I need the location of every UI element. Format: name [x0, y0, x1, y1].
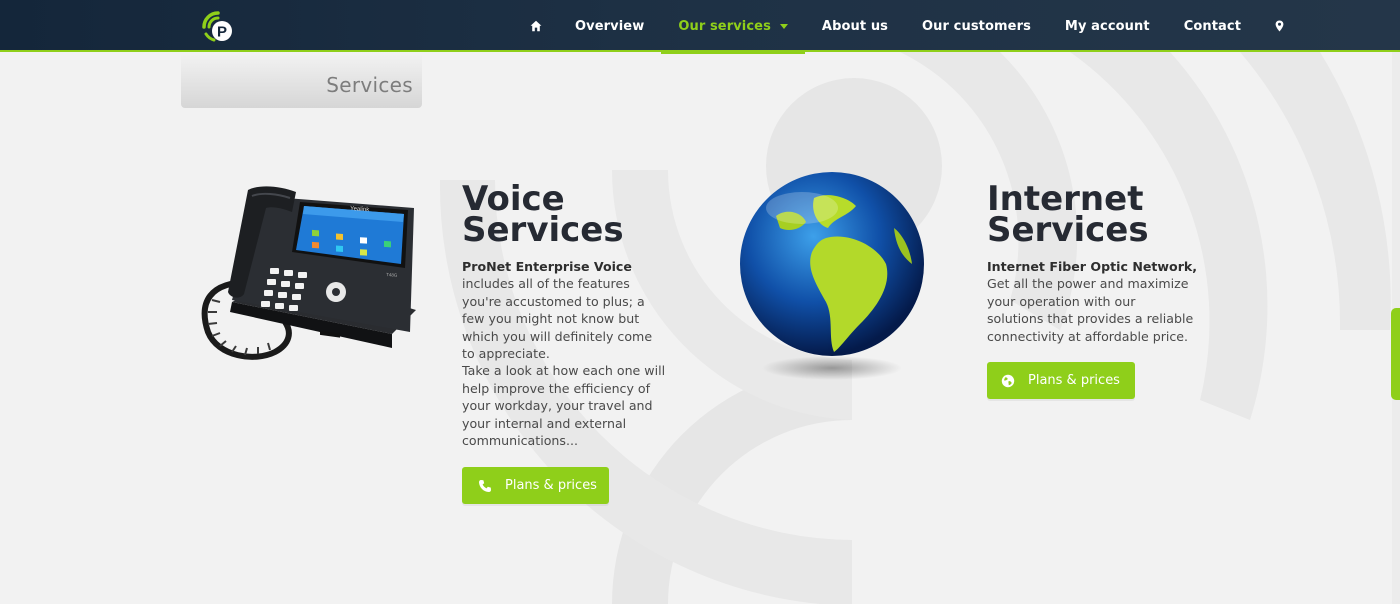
- voice-services-title: Voice Services: [462, 182, 624, 250]
- nav-my-account-label: My account: [1064, 18, 1150, 34]
- voice-line: help improve the efficiency of: [462, 380, 651, 396]
- breadcrumb: Services: [181, 52, 422, 108]
- voice-line: communications...: [462, 433, 578, 449]
- voice-description: ProNet Enterprise Voice includes all of …: [462, 258, 677, 449]
- nav-our-services[interactable]: Our services: [661, 0, 805, 54]
- internet-line: connectivity at affordable price.: [987, 328, 1189, 344]
- breadcrumb-label: Services: [326, 73, 413, 97]
- nav-home[interactable]: [520, 0, 558, 52]
- internet-title-line2: Services: [987, 210, 1149, 250]
- voice-line: includes all of the features: [462, 276, 630, 292]
- nav-about-us[interactable]: About us: [805, 0, 905, 52]
- nav-overview-label: Overview: [575, 18, 645, 34]
- internet-button-label: Plans & prices: [1028, 373, 1120, 388]
- home-icon: [530, 20, 542, 32]
- nav-contact[interactable]: Contact: [1167, 0, 1258, 52]
- voice-line: your internal and external: [462, 415, 627, 431]
- voice-line: Take a look at how each one will: [462, 363, 666, 379]
- scrollbar-thumb[interactable]: [1391, 308, 1400, 400]
- nav-our-customers-label: Our customers: [922, 18, 1031, 34]
- voice-line: you're accustomed to plus; a: [462, 293, 645, 309]
- internet-services-title: Internet Services: [987, 182, 1149, 250]
- voice-line: your workday, your travel and: [462, 398, 653, 414]
- logo-letter: P: [217, 24, 227, 41]
- nav-my-account[interactable]: My account: [1048, 0, 1167, 52]
- nav-our-services-label: Our services: [678, 18, 771, 34]
- globe-image: [740, 172, 924, 380]
- internet-line: Get all the power and maximize: [987, 276, 1189, 292]
- pronet-logo-icon[interactable]: P: [200, 9, 236, 45]
- chevron-down-icon: [779, 23, 788, 29]
- main-nav: Overview Our services About us Our custo…: [520, 0, 1301, 54]
- internet-line: your operation with our: [987, 293, 1136, 309]
- voice-button-label: Plans & prices: [505, 478, 597, 493]
- voice-lead: ProNet Enterprise Voice: [462, 259, 632, 274]
- internet-line: solutions that provides a reliable: [987, 311, 1194, 327]
- voice-line: to appreciate.: [462, 346, 550, 362]
- top-navigation-bar: P Overview Our services About us Our cus…: [0, 0, 1400, 54]
- internet-description: Internet Fiber Optic Network, Get all th…: [987, 258, 1207, 345]
- ip-phone-image: Yealink T48G: [201, 186, 416, 360]
- nav-location[interactable]: [1258, 0, 1301, 52]
- globe-icon: [1001, 374, 1015, 387]
- nav-our-customers[interactable]: Our customers: [905, 0, 1048, 52]
- nav-overview[interactable]: Overview: [558, 0, 661, 52]
- voice-title-line2: Services: [462, 210, 624, 250]
- voice-plans-prices-button[interactable]: Plans & prices: [462, 467, 609, 504]
- phone-icon: [479, 479, 491, 492]
- phone-model-label: T48G: [386, 272, 398, 278]
- map-pin-icon: [1275, 20, 1284, 32]
- voice-line: few you might not know but: [462, 311, 640, 327]
- nav-contact-label: Contact: [1183, 18, 1242, 34]
- internet-plans-prices-button[interactable]: Plans & prices: [987, 362, 1135, 399]
- voice-line: which you will definitely come: [462, 328, 653, 344]
- nav-about-us-label: About us: [821, 18, 889, 34]
- internet-lead: Internet Fiber Optic Network,: [987, 259, 1198, 274]
